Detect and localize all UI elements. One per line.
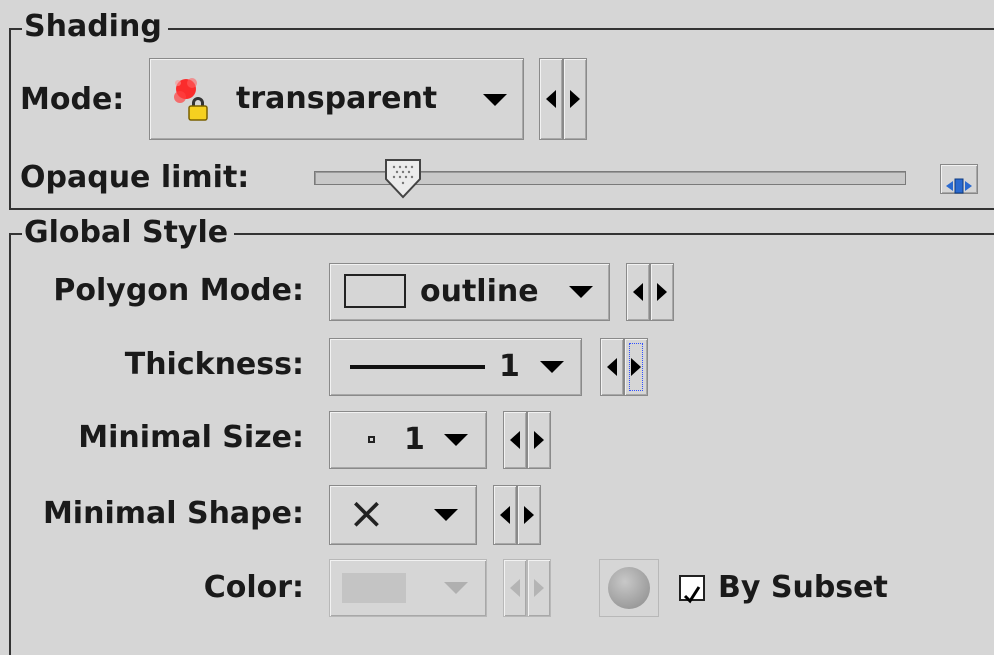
mode-label: Mode: [20,82,125,117]
next-button[interactable] [527,559,551,617]
previous-button[interactable] [493,485,517,545]
arrow-right-icon [570,90,580,108]
arrow-right-icon [534,579,544,597]
previous-button[interactable] [503,559,527,617]
chevron-down-icon [483,94,507,106]
arrow-left-icon [510,431,520,449]
global-style-title: Global Style [22,216,235,250]
minimal-shape-label: Minimal Shape: [42,496,304,531]
arrow-right-icon [657,283,667,301]
arrow-left-icon [607,358,617,376]
arrow-left-icon [500,506,510,524]
minimal-shape-stepper [493,485,541,545]
chevron-down-icon [434,509,458,521]
previous-button[interactable] [600,338,624,396]
polygon-mode-combo[interactable]: outline [329,263,610,321]
next-button[interactable] [624,338,648,396]
chevron-down-icon [540,361,564,373]
next-button[interactable] [650,263,674,321]
previous-button[interactable] [626,263,650,321]
color-combo[interactable] [329,559,487,617]
outline-rectangle-icon [344,274,406,308]
checkmark-icon [683,578,701,613]
arrow-right-icon [524,506,534,524]
shading-title: Shading [22,10,168,44]
previous-button[interactable] [503,411,527,469]
next-button[interactable] [563,58,587,140]
polygon-mode-label: Polygon Mode: [53,273,304,308]
thickness-label: Thickness: [124,347,304,382]
line-thickness-icon [350,365,485,369]
by-subset-label: By Subset [718,570,888,605]
arrow-right-icon [631,358,641,376]
thickness-stepper [600,338,648,396]
chevron-down-icon [444,582,468,594]
minimal-shape-value: × [348,488,385,539]
arrow-left-icon [546,90,556,108]
transparent-mode-icon [172,75,212,123]
thickness-value: 1 [499,349,520,384]
mode-stepper [539,58,587,140]
arrow-right-icon [534,431,544,449]
minimal-shape-combo[interactable]: × [329,485,477,545]
dot-size-icon [368,436,375,443]
minimal-size-combo[interactable]: 1 [329,411,487,469]
color-stepper [503,559,551,617]
mode-value: transparent [236,81,438,116]
minimal-size-value: 1 [404,422,425,457]
color-swatch [342,573,406,603]
color-label: Color: [203,570,304,605]
opaque-limit-label: Opaque limit: [20,160,250,195]
color-circle-icon [608,567,650,609]
by-subset-checkbox[interactable] [679,575,705,604]
mode-combo[interactable]: transparent [149,58,524,140]
polygon-mode-value: outline [420,274,539,309]
thickness-combo[interactable]: 1 [329,338,582,396]
reset-slider-button[interactable] [940,164,978,194]
chevron-down-icon [444,434,468,446]
next-button[interactable] [527,411,551,469]
minimal-size-label: Minimal Size: [78,420,304,455]
arrow-left-icon [633,283,643,301]
arrow-left-icon [510,579,520,597]
minimal-size-stepper [503,411,551,469]
reset-icon [945,169,973,204]
slider-thumb[interactable] [383,157,423,201]
polygon-mode-stepper [626,263,674,321]
chevron-down-icon [569,286,593,298]
previous-button[interactable] [539,58,563,140]
color-chooser-button[interactable] [599,559,659,617]
next-button[interactable] [517,485,541,545]
